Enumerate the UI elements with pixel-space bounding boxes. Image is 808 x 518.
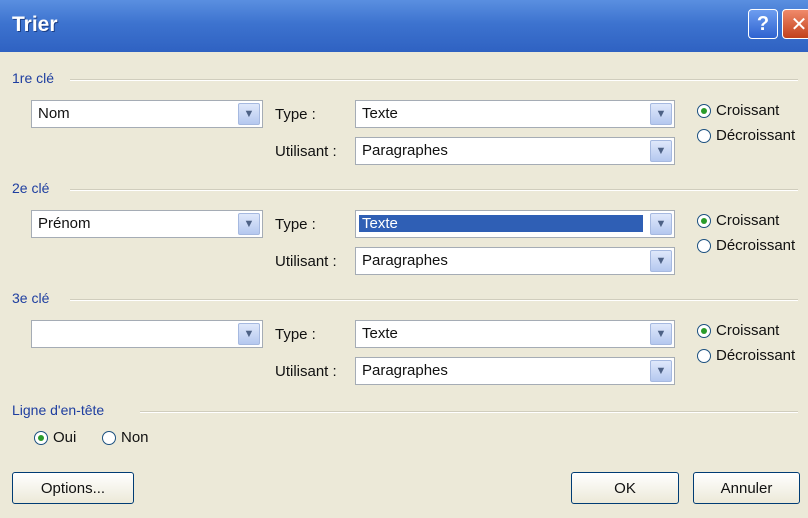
key-2-ascending-label: Croissant [716, 212, 780, 229]
header-row-yes-radio[interactable]: Oui [34, 429, 76, 446]
header-row-no-radio[interactable]: Non [102, 429, 149, 446]
radio-empty-icon [697, 348, 711, 363]
key-1-using-value: Paragraphes [362, 142, 448, 159]
chevron-down-icon[interactable]: ▼ [650, 140, 672, 162]
separator [70, 189, 798, 191]
key-1-ascending-label: Croissant [716, 102, 780, 119]
key-3-ascending-radio[interactable]: Croissant [697, 322, 779, 339]
radio-selected-icon [34, 430, 48, 445]
radio-empty-icon [697, 238, 711, 253]
radio-selected-icon [697, 103, 711, 118]
key-1-type-value: Texte [362, 105, 398, 122]
chevron-down-icon[interactable]: ▼ [238, 323, 260, 345]
chevron-down-icon[interactable]: ▼ [650, 213, 672, 235]
key-1-field-value: Nom [38, 105, 70, 122]
close-icon[interactable]: ✕ [782, 9, 808, 39]
key-3-type-select[interactable]: Texte ▼ [355, 320, 675, 348]
chevron-down-icon[interactable]: ▼ [650, 250, 672, 272]
key-1-type-label: Type : [275, 106, 316, 123]
section-label-key-2: 2e clé [12, 180, 50, 196]
key-3-using-select[interactable]: Paragraphes ▼ [355, 357, 675, 385]
chevron-down-icon[interactable]: ▼ [650, 323, 672, 345]
separator [140, 411, 798, 413]
key-1-ascending-radio[interactable]: Croissant [697, 102, 779, 119]
header-row-yes-label: Oui [53, 429, 77, 446]
key-1-using-label: Utilisant : [275, 143, 337, 160]
chevron-down-icon[interactable]: ▼ [650, 103, 672, 125]
key-3-descending-radio[interactable]: Décroissant [697, 347, 795, 364]
radio-empty-icon [697, 128, 711, 143]
key-3-type-value: Texte [362, 325, 398, 342]
key-3-using-label: Utilisant : [275, 363, 337, 380]
chevron-down-icon[interactable]: ▼ [650, 360, 672, 382]
key-3-descending-label: Décroissant [716, 347, 796, 364]
help-icon[interactable]: ? [748, 9, 778, 39]
section-label-header-row: Ligne d'en-tête [12, 402, 105, 418]
key-2-descending-radio[interactable]: Décroissant [697, 237, 795, 254]
radio-selected-icon [697, 323, 711, 338]
key-2-type-select[interactable]: Texte ▼ [355, 210, 675, 238]
dialog-body: 1re clé Nom ▼ Type : Texte ▼ Utilisant :… [0, 52, 808, 518]
key-2-using-select[interactable]: Paragraphes ▼ [355, 247, 675, 275]
section-label-key-3: 3e clé [12, 290, 50, 306]
key-3-field-select[interactable]: ▼ [31, 320, 263, 348]
window-title: Trier [12, 13, 58, 36]
chevron-down-icon[interactable]: ▼ [238, 213, 260, 235]
ok-button[interactable]: OK [571, 472, 679, 504]
title-bar: Trier ? ✕ [0, 0, 808, 52]
key-3-type-label: Type : [275, 326, 316, 343]
key-2-using-value: Paragraphes [362, 252, 448, 269]
separator [70, 79, 798, 81]
options-button[interactable]: Options... [12, 472, 134, 504]
key-1-field-select[interactable]: Nom ▼ [31, 100, 263, 128]
cancel-button[interactable]: Annuler [693, 472, 800, 504]
key-1-descending-label: Décroissant [716, 127, 796, 144]
key-1-type-select[interactable]: Texte ▼ [355, 100, 675, 128]
key-2-field-select[interactable]: Prénom ▼ [31, 210, 263, 238]
radio-empty-icon [102, 430, 116, 445]
key-3-using-value: Paragraphes [362, 362, 448, 379]
key-2-type-label: Type : [275, 216, 316, 233]
header-row-no-label: Non [121, 429, 149, 446]
radio-selected-icon [697, 213, 711, 228]
key-2-type-value: Texte [359, 215, 643, 232]
key-3-ascending-label: Croissant [716, 322, 780, 339]
key-1-descending-radio[interactable]: Décroissant [697, 127, 795, 144]
key-1-using-select[interactable]: Paragraphes ▼ [355, 137, 675, 165]
chevron-down-icon[interactable]: ▼ [238, 103, 260, 125]
key-2-field-value: Prénom [38, 215, 91, 232]
section-label-key-1: 1re clé [12, 70, 55, 86]
key-2-ascending-radio[interactable]: Croissant [697, 212, 779, 229]
separator [70, 299, 798, 301]
key-2-descending-label: Décroissant [716, 237, 796, 254]
key-2-using-label: Utilisant : [275, 253, 337, 270]
